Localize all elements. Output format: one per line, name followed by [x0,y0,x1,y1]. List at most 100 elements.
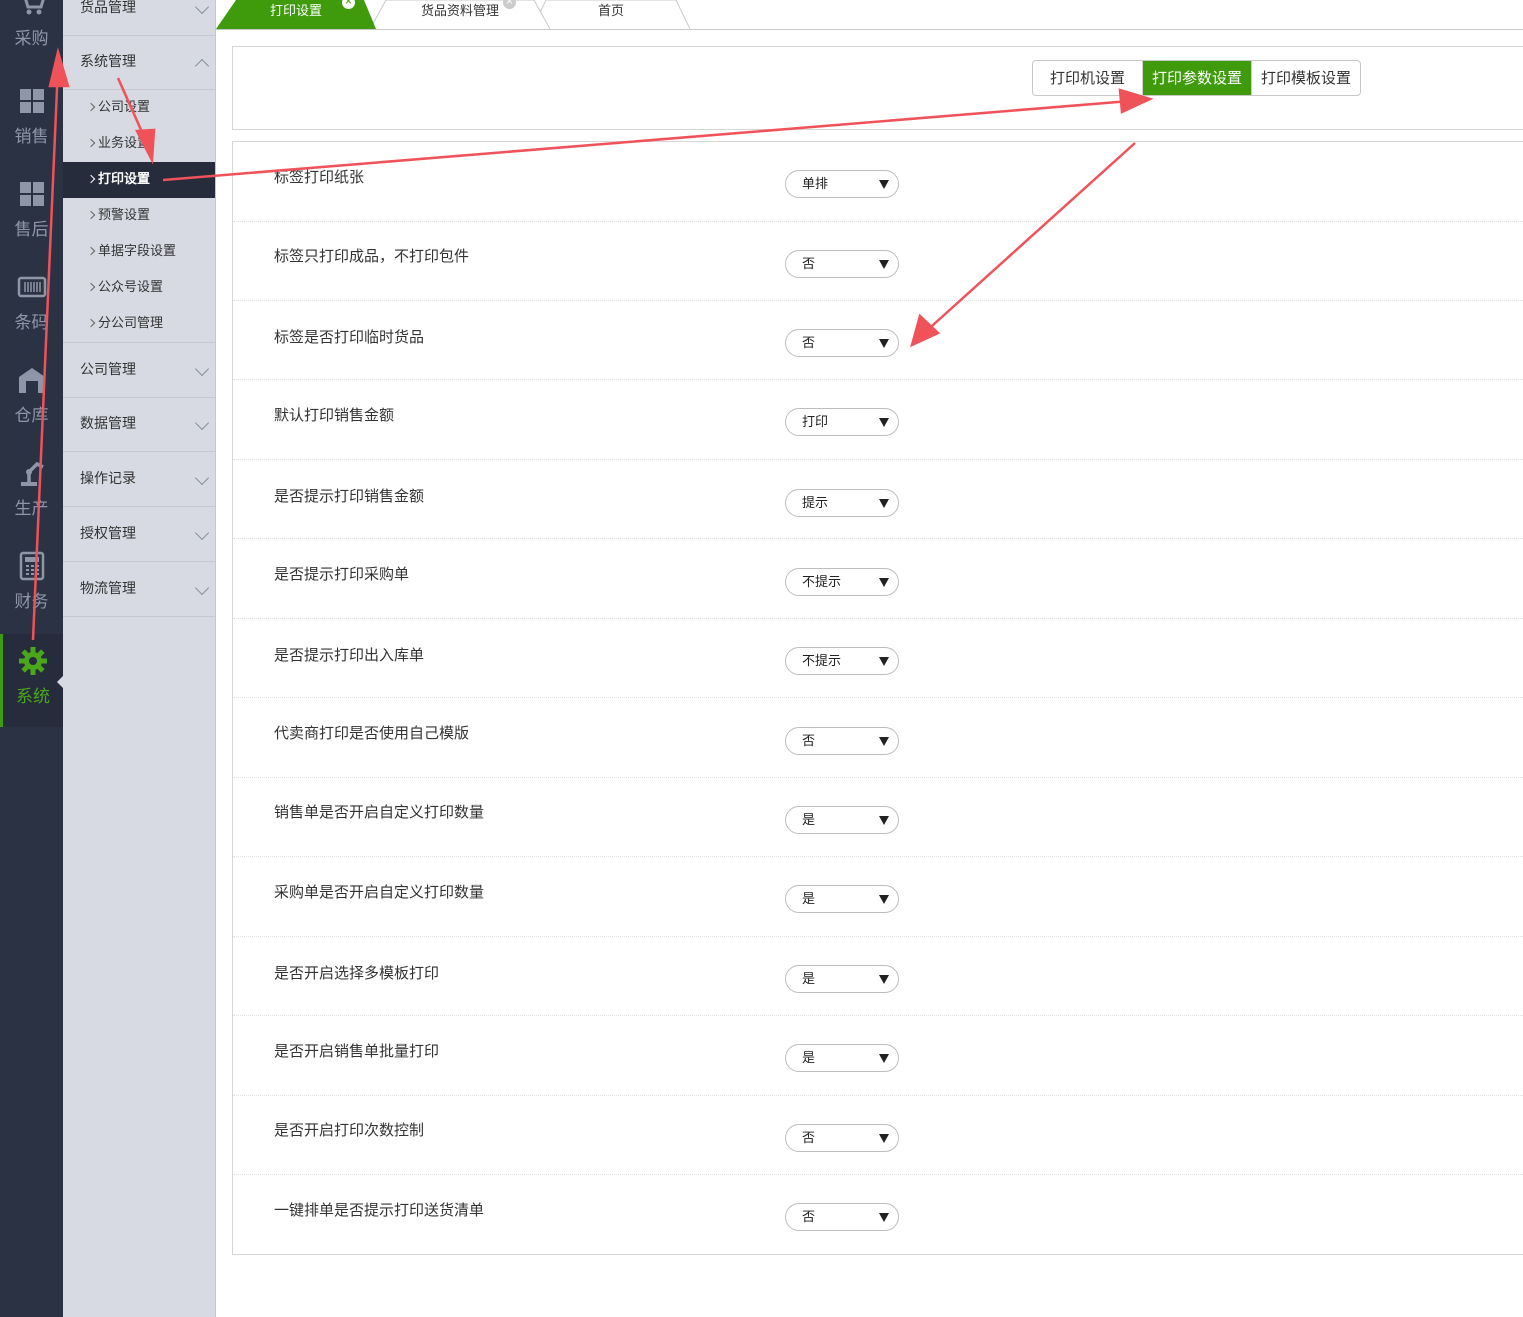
setting-label: 标签只打印成品，不打印包件 [274,247,470,265]
dropdown-arrow-icon [879,418,889,427]
rail-item-finance[interactable]: 财务 [0,551,63,644]
settings-segment-control: 打印机设置 打印参数设置 打印模板设置 [1032,60,1362,96]
menu-group-label: 授权管理 [80,526,136,542]
dropdown-arrow-icon [879,1134,889,1143]
dropdown-arrow-icon [879,260,889,269]
menu-group-data[interactable]: 数据管理 [63,397,215,452]
setting-select[interactable]: 是 [785,1044,899,1072]
chevron-down-icon [194,580,210,596]
chevron-down-icon [194,470,210,486]
submenu-item-document-field-settings[interactable]: 单据字段设置 [63,234,215,270]
tab-label: 货品资料管理 [420,4,499,19]
tab-print-settings[interactable]: 打印设置 × [216,0,386,29]
chevron-right-icon [86,138,96,148]
dropdown-arrow-icon [879,737,889,746]
menu-group-company[interactable]: 公司管理 [63,342,215,398]
menu-group-system[interactable]: 系统管理 [63,35,215,90]
printer-settings-button[interactable]: 打印机设置 [1033,61,1142,95]
select-value: 否 [802,257,816,272]
menu-group-goods[interactable]: 货品管理 [63,0,215,36]
setting-label: 采购单是否开启自定义打印数量 [274,883,485,901]
select-value: 否 [802,1131,816,1146]
setting-row-purchase-custom-quantity: 采购单是否开启自定义打印数量是 [233,857,1523,937]
tab-bar: 首页 货品资料管理 × 打印设置 × [216,0,1523,30]
setting-select[interactable]: 否 [785,1203,899,1231]
print-params-list: 标签打印纸张 单排 标签只打印成品，不打印包件否 标签是否打印临时货品否 默认打印… [232,141,1523,1255]
setting-label: 是否提示打印销售金额 [274,487,425,505]
setting-select[interactable]: 不提示 [785,568,899,596]
chevron-right-icon [86,282,96,292]
submenu-item-alert-settings[interactable]: 预警设置 [63,198,215,234]
setting-label: 是否开启选择多模板打印 [274,964,440,982]
submenu-item-business-settings[interactable]: 业务设置 [63,126,215,162]
setting-label: 是否开启销售单批量打印 [274,1042,440,1060]
chevron-right-icon [86,174,96,184]
tab-goods-data-management[interactable]: 货品资料管理 × [370,0,550,29]
rail-item-system[interactable]: 系统 [0,634,63,727]
setting-select[interactable]: 是 [785,885,899,913]
rail-item-purchase[interactable]: 采购 [0,0,63,81]
print-params-settings-button[interactable]: 打印参数设置 [1142,61,1252,95]
setting-select[interactable]: 是 [785,806,899,834]
select-value: 否 [802,1210,816,1225]
menu-group-label: 系统管理 [80,54,136,70]
submenu-item-label: 单据字段设置 [98,244,177,259]
barcode-icon [17,276,46,298]
submenu-item-branch-management[interactable]: 分公司管理 [63,306,215,342]
rail-label: 条码 [14,313,49,333]
rail-item-aftersales[interactable]: 售后 [0,179,63,272]
setting-select[interactable]: 不提示 [785,647,899,675]
setting-row-prompt-print-stock-order: 是否提示打印出入库单 不提示 [233,618,1523,698]
menu-group-logistics[interactable]: 物流管理 [63,562,215,617]
select-value: 否 [802,734,816,749]
setting-row-label-temp-goods: 标签是否打印临时货品 否 [233,300,1523,380]
print-template-settings-button[interactable]: 打印模板设置 [1251,61,1360,95]
setting-row-default-print-amount: 默认打印销售金额 打印 [233,380,1523,460]
setting-row-agent-own-template: 代卖商打印是否使用自己模版否 [233,698,1523,778]
setting-row-label-finished-only: 标签只打印成品，不打印包件否 [233,221,1523,301]
setting-select[interactable]: 提示 [785,489,899,517]
rail-item-warehouse[interactable]: 仓库 [0,365,63,458]
chevron-right-icon [86,318,96,328]
rail-label: 仓库 [14,406,49,426]
setting-select[interactable]: 否 [785,329,899,357]
setting-row-one-click-delivery-list: 一键排单是否提示打印送货清单否 [233,1175,1523,1254]
menu-group-label: 物流管理 [80,581,136,597]
setting-select[interactable]: 单排 [785,170,899,198]
dropdown-arrow-icon [879,499,889,508]
submenu-item-label: 分公司管理 [98,316,164,331]
setting-select[interactable]: 否 [785,1124,899,1152]
rail-item-barcode[interactable]: 条码 [0,272,63,365]
setting-label: 是否开启打印次数控制 [274,1121,425,1139]
submenu-item-official-account-settings[interactable]: 公众号设置 [63,270,215,306]
menu-group-label: 操作记录 [80,471,136,487]
robot-arm-icon [20,461,44,486]
select-value: 是 [802,1051,816,1066]
dropdown-arrow-icon [879,975,889,984]
setting-label: 标签打印纸张 [274,168,365,186]
rail-item-production[interactable]: 生产 [0,458,63,551]
chevron-up-icon [194,58,210,74]
submenu-item-label: 打印设置 [98,172,151,187]
rail-item-sales[interactable]: 销售 [0,86,63,179]
gear-icon [19,647,47,675]
setting-select[interactable]: 打印 [785,408,899,436]
cart-icon [23,0,45,15]
dropdown-arrow-icon [879,816,889,825]
submenu-item-print-settings[interactable]: 打印设置 [63,162,215,198]
setting-select[interactable]: 否 [785,250,899,278]
rail-label: 生产 [14,499,49,519]
chevron-down-icon [194,415,210,431]
setting-row-sales-custom-quantity: 销售单是否开启自定义打印数量是 [233,777,1523,857]
menu-group-operation-log[interactable]: 操作记录 [63,452,215,507]
setting-select[interactable]: 是 [785,965,899,993]
tab-home[interactable]: 首页 [532,0,690,29]
chevron-down-icon [194,0,210,15]
menu-group-label: 公司管理 [80,362,136,378]
setting-select[interactable]: 否 [785,727,899,755]
menu-group-authorization[interactable]: 授权管理 [63,507,215,562]
select-value: 是 [802,892,816,907]
select-value: 打印 [802,415,829,430]
print-settings-header: 打印机设置 打印参数设置 打印模板设置 [232,46,1523,130]
submenu-item-company-settings[interactable]: 公司设置 [63,90,215,126]
